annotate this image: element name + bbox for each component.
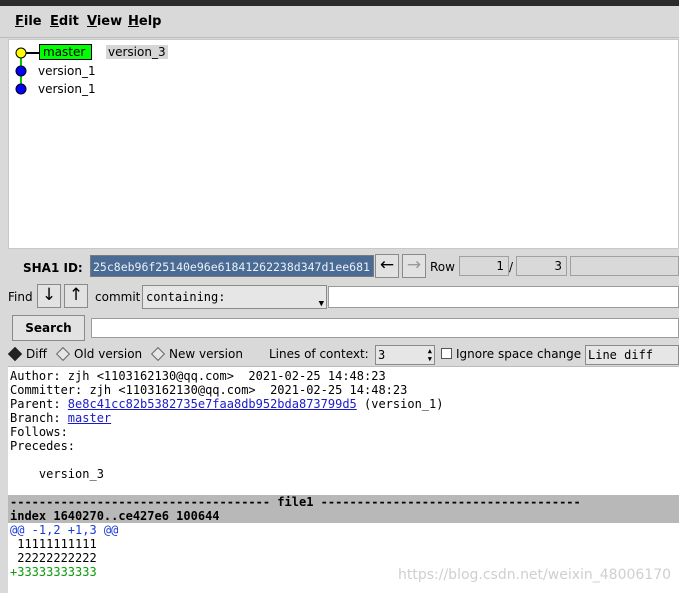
commit-graph [15,47,39,95]
back-arrow-icon[interactable]: ← [375,254,399,278]
commit-message: version_3 [10,467,104,481]
diff-radio-label: Diff [26,347,47,361]
forward-arrow-icon[interactable]: → [402,254,426,278]
menu-file[interactable]: File [15,14,42,29]
find-up-arrow-icon[interactable]: ↑ [64,284,88,308]
branch-link[interactable]: master [68,411,111,425]
old-version-radio[interactable] [55,346,71,362]
commit-details-pane[interactable]: Author: zjh <1103162130@qq.com> 2021-02-… [8,366,679,593]
search-button[interactable]: Search [12,315,85,341]
progress-field [570,256,679,276]
commit-row[interactable]: version_1 [38,64,96,78]
sha-label: SHA1 ID: [23,261,83,275]
diff-mode-value: Line diff [588,348,654,362]
context-label: Lines of context: [269,347,369,361]
commit-node-head[interactable] [15,47,27,59]
ignore-space-label: Ignore space change [456,347,582,361]
diff-radio[interactable] [7,346,23,362]
context-lines-value: 3 [378,348,386,362]
find-input[interactable] [328,286,679,308]
follows-line: Follows: [10,425,68,439]
sha-toolbar: SHA1 ID: 25c8eb96f25140e96e61841262238d3… [0,250,679,282]
menu-edit[interactable]: Edit [50,14,79,29]
diff-mode-select[interactable]: Line diff [585,345,679,365]
diff-added-line: +33333333333 [10,565,97,579]
search-input[interactable] [91,318,679,338]
row-current-field: 1 [459,256,509,276]
search-toolbar: Search [0,312,679,344]
commit-graph-pane[interactable]: master version_3 version_1 version_1 [8,39,679,249]
old-version-label: Old version [74,347,143,361]
parent-line: Parent: 8e8c41cc82b5382735e7faa8db952bda… [10,397,443,411]
committer-line: Committer: zjh <1103162130@qq.com> 2021-… [10,383,408,397]
find-mode-select[interactable]: containing: ▼ [142,285,327,309]
context-lines-spinbox[interactable]: 3 ▲ ▼ [375,345,435,365]
find-mode-value: containing: [146,290,226,304]
parent-hash-link[interactable]: 8e8c41cc82b5382735e7faa8db952bda873799d5 [68,397,357,411]
row-separator: / [509,260,514,274]
watermark: https://blog.csdn.net/weixin_48006170 [398,567,672,583]
diff-context-line: 11111111111 [10,537,97,551]
diff-options-bar: Diff Old version New version Lines of co… [0,344,679,366]
diff-context-line: 22222222222 [10,551,97,565]
spin-arrows-icon[interactable]: ▲ ▼ [428,347,432,363]
menu-view[interactable]: View [87,14,122,29]
find-type-label[interactable]: commit [95,290,140,304]
find-down-arrow-icon[interactable]: ↓ [37,284,61,308]
commit-node[interactable] [15,65,27,77]
find-toolbar: Find ↓ ↑ commit containing: ▼ [0,282,679,312]
new-version-radio[interactable] [150,346,166,362]
sha-id-field[interactable]: 25c8eb96f25140e96e61841262238d347d1ee681 [90,255,374,277]
row-label: Row [430,260,455,274]
file-header[interactable]: ------------------------------------ fil… [10,495,581,509]
menu-bar: File Edit View Help [0,6,679,38]
parent-label: Parent: [10,397,68,411]
author-line: Author: zjh <1103162130@qq.com> 2021-02-… [10,369,386,383]
menu-help[interactable]: Help [128,14,161,29]
branch-label: Branch: [10,411,68,425]
find-label: Find [8,290,33,304]
index-line: index 1640270..ce427e6 100644 [10,509,220,523]
row-total-field: 3 [516,256,567,276]
branch-ref-master[interactable]: master [39,44,92,60]
new-version-label: New version [169,347,243,361]
commit-row-selected[interactable]: version_3 [106,45,168,59]
parent-description: (version_1) [356,397,444,411]
hunk-header: @@ -1,2 +1,3 @@ [10,523,119,537]
precedes-line: Precedes: [10,439,76,453]
commit-row[interactable]: version_1 [38,82,96,96]
branch-line: Branch: master [10,411,111,425]
ignore-space-checkbox[interactable] [441,348,452,359]
commit-node[interactable] [15,83,27,95]
